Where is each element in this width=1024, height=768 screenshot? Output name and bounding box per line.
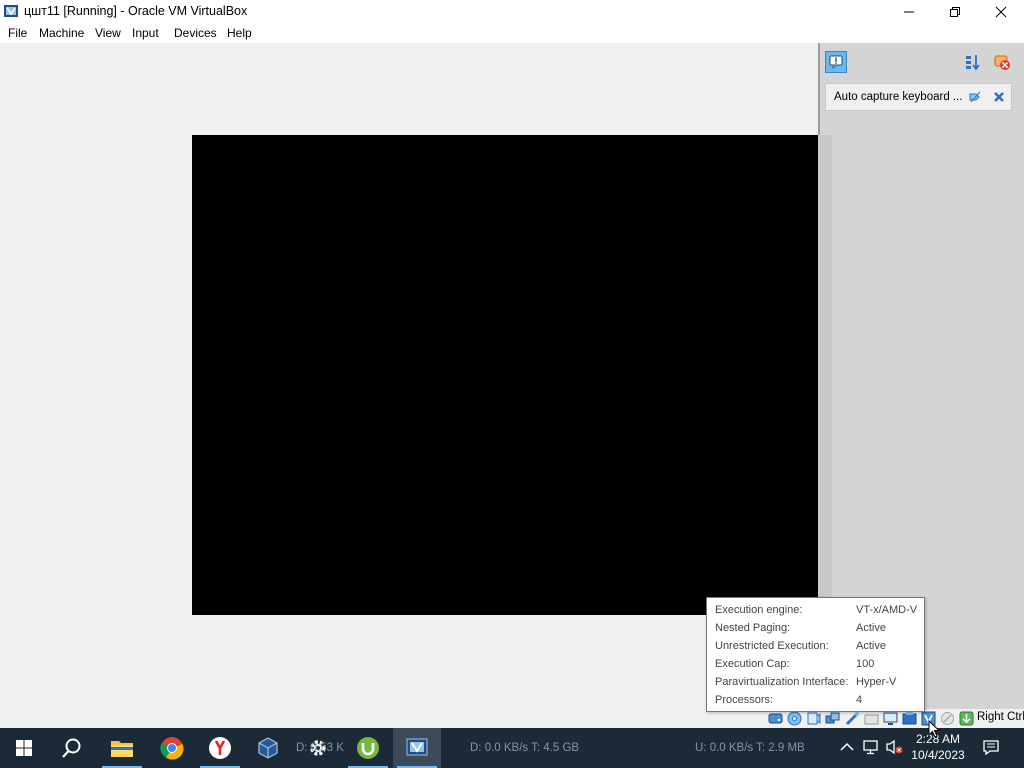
notification-alert-icon[interactable] [825, 51, 847, 73]
tooltip-label-processors: Processors: [715, 694, 774, 706]
notification-card: Auto capture keyboard ... [825, 83, 1012, 111]
virtualbox-cube-icon [258, 737, 278, 759]
chrome-icon [160, 737, 184, 760]
menu-devices[interactable]: Devices [174, 26, 217, 40]
action-center-icon[interactable] [982, 738, 1000, 756]
mouse-pointer-icon [928, 719, 941, 738]
network-icon[interactable] [825, 711, 840, 726]
tooltip-value-processors: 4 [856, 694, 863, 706]
yandex-browser-button[interactable] [196, 728, 244, 768]
start-button[interactable] [0, 728, 48, 768]
menu-bar: File Machine View Input Devices Help [0, 23, 1024, 43]
pin-icon[interactable] [968, 90, 982, 104]
menu-input[interactable]: Input [132, 26, 159, 40]
network-tray-icon[interactable] [862, 738, 880, 756]
minimize-button[interactable] [886, 0, 932, 23]
windows-logo-icon [16, 740, 32, 756]
mouse-integration-icon[interactable] [940, 711, 955, 726]
menu-help[interactable]: Help [227, 26, 252, 40]
clock-date: 10/4/2023 [911, 748, 965, 762]
tooltip-value-execution-engine: VT-x/AMD-V [856, 604, 918, 616]
clear-notifications-icon[interactable] [993, 53, 1011, 71]
menu-machine[interactable]: Machine [39, 26, 84, 40]
host-key-label: Right Ctrl [977, 711, 1024, 723]
tooltip-value-unrestricted-execution: Active [856, 640, 886, 652]
tooltip-value-paravirtualization: Hyper-V [856, 676, 897, 688]
hard-disk-icon[interactable] [768, 711, 783, 726]
volume-muted-icon[interactable] [885, 738, 903, 756]
virtualbox-vm-icon [406, 738, 428, 756]
vm-guest-screen[interactable] [192, 135, 818, 615]
close-notification-icon[interactable] [992, 90, 1006, 104]
tooltip-label-paravirtualization: Paravirtualization Interface: [715, 676, 849, 688]
chevron-up-icon[interactable] [838, 738, 856, 756]
utorrent-icon [357, 737, 379, 759]
notification-scrollbar[interactable] [818, 135, 832, 615]
file-explorer-button[interactable] [98, 728, 146, 768]
tooltip-label-execution-engine: Execution engine: [715, 604, 803, 616]
usb-icon[interactable] [845, 711, 860, 726]
virtualbox-manager-button[interactable] [244, 728, 292, 768]
tooltip-label-unrestricted-execution: Unrestricted Execution: [715, 640, 829, 652]
close-button[interactable] [978, 0, 1024, 23]
disk-partial-readout: D: 0.53 K [296, 742, 344, 754]
yandex-icon [209, 737, 231, 759]
shared-folder-icon[interactable] [864, 711, 879, 726]
notification-message: Auto capture keyboard ... [834, 91, 963, 103]
virtualbox-vm-window-button[interactable] [393, 728, 441, 768]
chrome-button[interactable] [148, 728, 196, 768]
download-readout: D: 0.0 KB/s T: 4.5 GB [470, 742, 580, 754]
tooltip-label-nested-paging: Nested Paging: [715, 622, 791, 634]
tooltip-value-nested-paging: Active [856, 622, 886, 634]
optical-drive-icon[interactable] [787, 711, 802, 726]
cpu-info-tooltip: Execution engine: VT-x/AMD-V Nested Pagi… [706, 597, 925, 712]
title-bar: цшт11 [Running] - Oracle VM VirtualBox [0, 0, 1024, 23]
menu-view[interactable]: View [95, 26, 121, 40]
virtualbox-app-icon[interactable] [3, 3, 19, 19]
search-button[interactable] [48, 728, 96, 768]
restore-button[interactable] [932, 0, 978, 23]
tooltip-value-execution-cap: 100 [856, 658, 875, 670]
tooltip-label-execution-cap: Execution Cap: [715, 658, 790, 670]
window-title: цшт11 [Running] - Oracle VM VirtualBox [24, 4, 248, 18]
display-icon[interactable] [883, 711, 898, 726]
recording-icon[interactable] [902, 711, 917, 726]
windows-taskbar: D: 0.53 K D: 0.0 KB/s T: 4.5 GB U: 0.0 K… [0, 728, 1024, 768]
upload-readout: U: 0.0 KB/s T: 2.9 MB [695, 742, 805, 754]
sort-notifications-icon[interactable] [964, 53, 982, 71]
audio-icon[interactable] [806, 711, 821, 726]
utorrent-button[interactable] [344, 728, 392, 768]
folder-icon [111, 741, 133, 757]
menu-file[interactable]: File [8, 26, 27, 40]
search-icon [62, 738, 81, 758]
keyboard-capture-icon[interactable] [959, 711, 974, 726]
